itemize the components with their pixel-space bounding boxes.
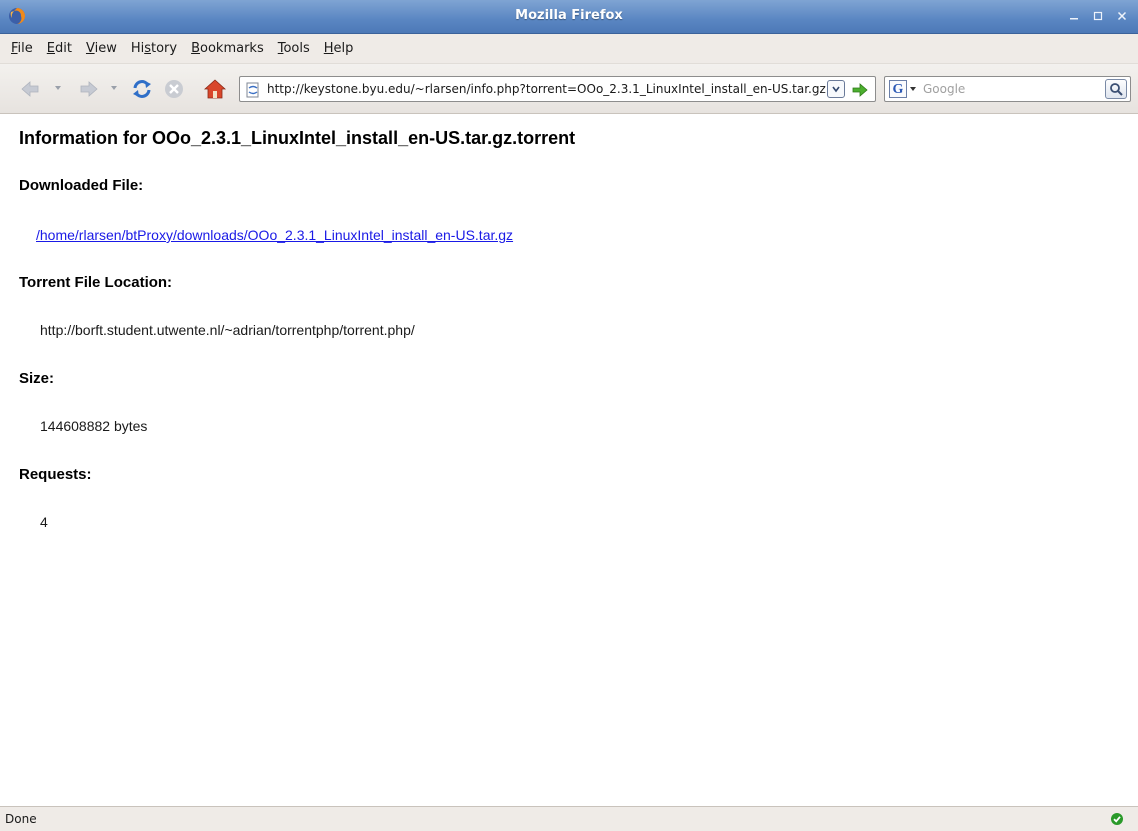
requests-value: 4 bbox=[40, 514, 48, 530]
back-arrow-icon bbox=[21, 81, 39, 97]
magnifier-icon bbox=[1110, 83, 1123, 96]
window-titlebar: Mozilla Firefox bbox=[0, 0, 1138, 34]
chevron-down-icon bbox=[832, 86, 840, 93]
url-history-dropdown[interactable] bbox=[827, 80, 845, 98]
search-input[interactable] bbox=[923, 80, 1093, 98]
back-button[interactable] bbox=[18, 77, 42, 101]
stop-icon bbox=[165, 80, 183, 98]
search-engine-button[interactable]: G bbox=[889, 80, 907, 98]
stop-button[interactable] bbox=[162, 77, 186, 101]
menu-bar: File Edit View History Bookmarks Tools Help bbox=[0, 34, 1138, 64]
back-history-dropdown-icon[interactable] bbox=[53, 83, 63, 93]
go-arrow-icon[interactable] bbox=[850, 80, 870, 100]
search-box: G bbox=[884, 76, 1131, 102]
status-text: Done bbox=[5, 812, 37, 826]
forward-button[interactable] bbox=[77, 77, 101, 101]
home-button[interactable] bbox=[203, 77, 227, 101]
torrent-location-heading: Torrent File Location: bbox=[19, 274, 173, 291]
maximize-icon[interactable] bbox=[1090, 8, 1106, 24]
menu-edit[interactable]: Edit bbox=[40, 41, 79, 56]
requests-heading: Requests: bbox=[19, 466, 92, 483]
home-icon bbox=[203, 79, 227, 99]
menu-tools[interactable]: Tools bbox=[271, 41, 317, 56]
search-engine-dropdown-icon[interactable] bbox=[909, 85, 917, 93]
url-text[interactable]: http://keystone.byu.edu/~rlarsen/info.ph… bbox=[267, 82, 827, 96]
menu-file[interactable]: File bbox=[4, 41, 40, 56]
menu-bookmarks[interactable]: Bookmarks bbox=[184, 41, 271, 56]
minimize-icon[interactable] bbox=[1066, 8, 1082, 24]
torrent-location-value: http://borft.student.utwente.nl/~adrian/… bbox=[40, 322, 415, 338]
navigation-toolbar: http://keystone.byu.edu/~rlarsen/info.ph… bbox=[0, 64, 1138, 114]
check-circle-icon bbox=[1111, 813, 1123, 825]
page-favicon-icon bbox=[246, 82, 259, 98]
close-icon[interactable] bbox=[1114, 8, 1130, 24]
window-title: Mozilla Firefox bbox=[515, 8, 623, 23]
page-title: Information for OOo_2.3.1_LinuxIntel_ins… bbox=[19, 128, 576, 148]
url-bar[interactable]: http://keystone.byu.edu/~rlarsen/info.ph… bbox=[239, 76, 876, 102]
downloaded-file-heading: Downloaded File: bbox=[19, 177, 144, 194]
size-heading: Size: bbox=[19, 370, 55, 387]
status-bar: Done bbox=[0, 806, 1138, 831]
reload-icon bbox=[133, 80, 151, 98]
menu-view[interactable]: View bbox=[79, 41, 124, 56]
menu-help[interactable]: Help bbox=[317, 41, 361, 56]
menu-history[interactable]: History bbox=[124, 41, 184, 56]
search-button[interactable] bbox=[1105, 79, 1127, 99]
size-value: 144608882 bytes bbox=[40, 418, 148, 434]
reload-button[interactable] bbox=[130, 77, 154, 101]
downloaded-file-link[interactable]: /home/rlarsen/btProxy/downloads/OOo_2.3.… bbox=[36, 227, 513, 243]
page-content: Information for OOo_2.3.1_LinuxIntel_ins… bbox=[0, 115, 1138, 802]
forward-arrow-icon bbox=[80, 81, 98, 97]
forward-history-dropdown-icon[interactable] bbox=[109, 83, 119, 93]
